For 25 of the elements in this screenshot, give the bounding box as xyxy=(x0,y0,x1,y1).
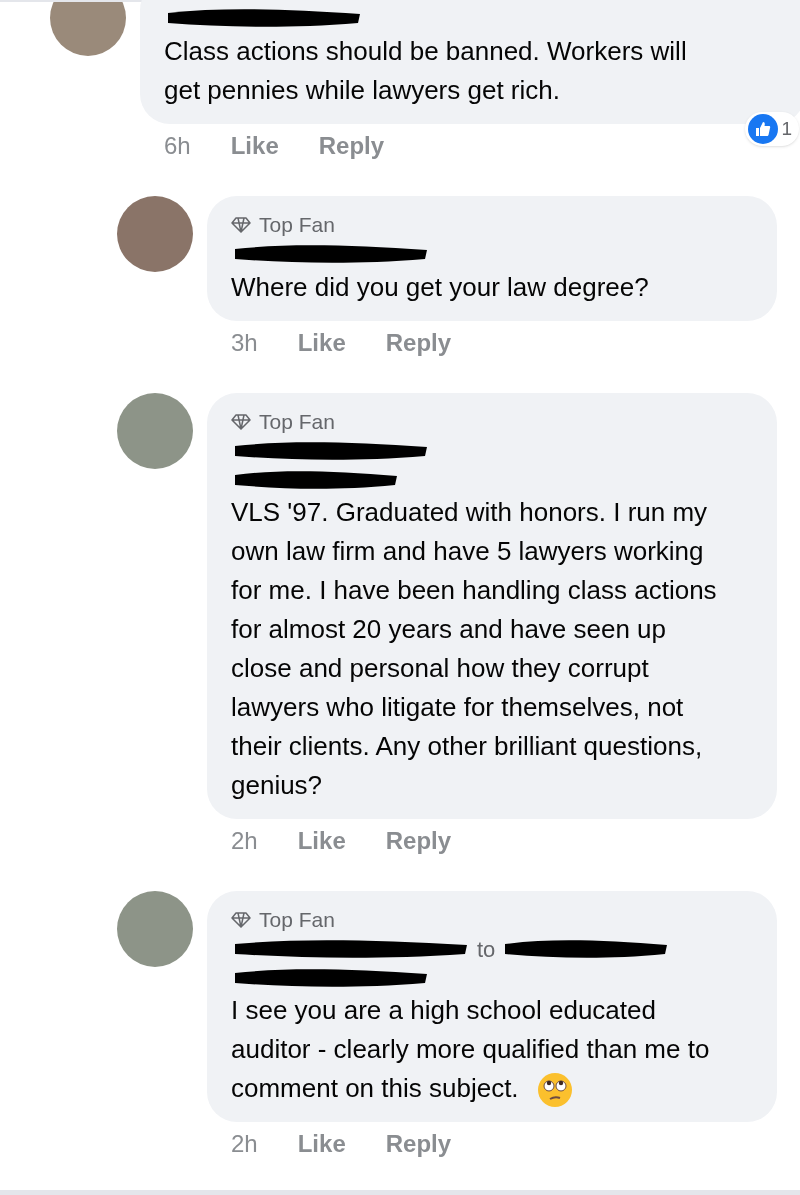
diamond-icon xyxy=(231,414,251,430)
reply-link[interactable]: Reply xyxy=(385,825,452,857)
diamond-icon xyxy=(231,912,251,928)
comment-text: Class actions should be banned. Workers will get pennies while lawyers get rich. xyxy=(164,36,687,105)
diamond-icon xyxy=(231,217,251,233)
comment-text: I see you are a high school educated auditor - clearly more qualified than me to comment on this subject. xyxy=(231,995,710,1103)
reply-link[interactable]: Reply xyxy=(385,327,452,359)
like-link[interactable]: Like xyxy=(297,1128,346,1161)
top-fan-label: Top Fan xyxy=(259,409,335,435)
reply-link[interactable]: Reply xyxy=(385,1128,452,1161)
comment-time: 6h xyxy=(164,131,191,161)
thumbs-up-icon xyxy=(748,114,779,144)
reaction-count: 1 xyxy=(745,112,799,146)
like-link[interactable]: Like xyxy=(297,327,346,359)
like-link[interactable]: Like xyxy=(230,130,279,162)
comment-text: Where did you get your law degree? xyxy=(231,272,649,302)
like-link[interactable]: Like xyxy=(297,825,346,857)
top-fan-label: Top Fan xyxy=(259,907,335,933)
comment-text: VLS '97. Graduated with honors. I run my own law firm and have 5 lawyers working for me. I have been handling class actions for almost 20 years and have seen up close and personal how they corrupt lawyers who litigate for themselves, not their clients. Any other brilliant questions, genius? xyxy=(231,497,717,800)
comment-time: 2h xyxy=(231,826,258,856)
top-fan-label: Top Fan xyxy=(259,212,335,238)
comment-time: 2h xyxy=(231,1129,258,1160)
comment-time: 3h xyxy=(231,328,258,358)
reply-to-label: to xyxy=(477,935,496,964)
reply-link[interactable]: Reply xyxy=(318,130,385,162)
